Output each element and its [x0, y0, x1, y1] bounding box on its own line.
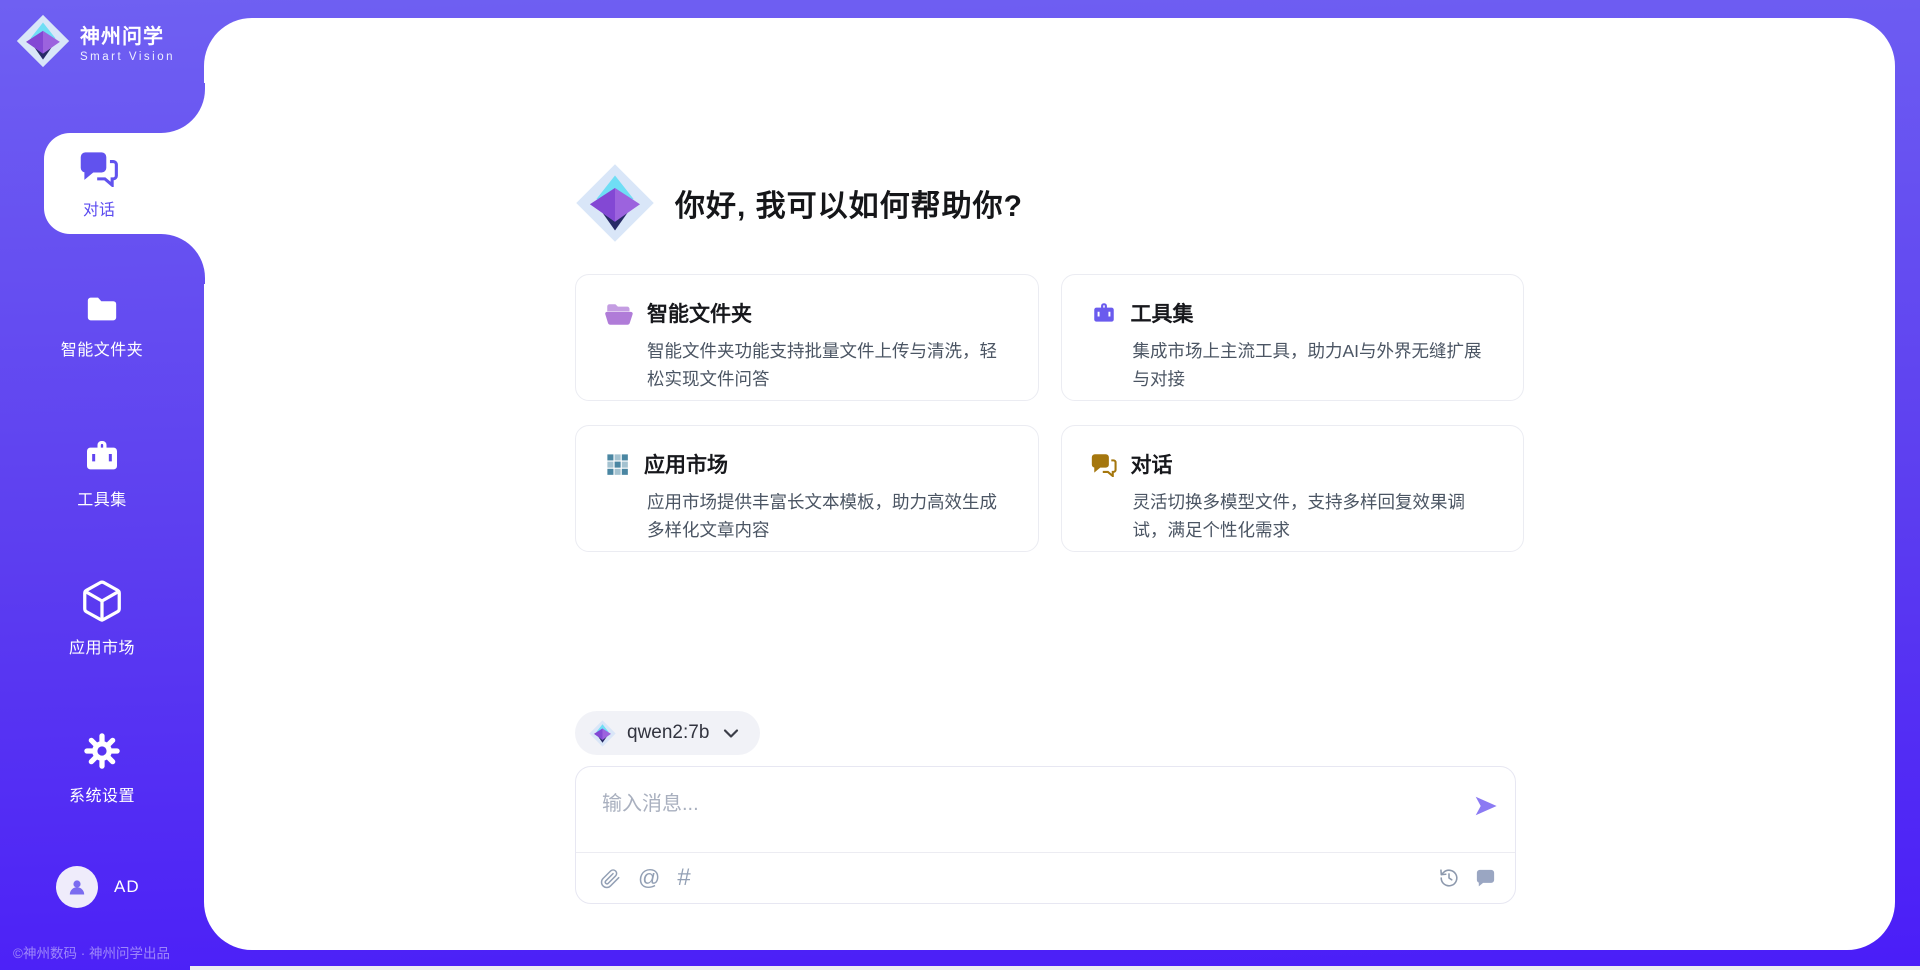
chat-bubbles-icon [78, 147, 120, 187]
card-description: 集成市场上主流工具，助力AI与外界无缝扩展与对接 [1133, 337, 1498, 393]
brand-logo-icon [16, 14, 70, 68]
sidebar-item-chat[interactable]: 对话 [44, 133, 210, 234]
new-chat-button[interactable] [1473, 867, 1498, 890]
sidebar-item-label: 应用市场 [69, 634, 135, 658]
sidebar-item-toolset[interactable]: 工具集 [0, 436, 204, 510]
card-title: 应用市场 [644, 449, 728, 479]
brand-title: 神州问学 [80, 20, 175, 49]
model-logo-icon [589, 720, 616, 747]
card-description: 灵活切换多模型文件，支持多样回复效果调试，满足个性化需求 [1133, 488, 1498, 544]
greeting-row: 你好, 我可以如何帮助你? [575, 163, 1524, 243]
history-icon [1438, 867, 1460, 889]
card-title: 智能文件夹 [647, 298, 752, 328]
sidebar-item-label: 对话 [83, 196, 115, 220]
model-name: qwen2:7b [627, 722, 709, 744]
sidebar-item-label: 智能文件夹 [61, 336, 144, 360]
bottom-edge-strip [190, 966, 1920, 970]
card-chat[interactable]: 对话 灵活切换多模型文件，支持多样回复效果调试，满足个性化需求 [1061, 425, 1525, 552]
briefcase-icon [1090, 300, 1118, 326]
chevron-down-icon [720, 722, 742, 744]
cube-icon [79, 578, 125, 624]
sidebar-item-label: 系统设置 [69, 782, 135, 806]
card-title: 对话 [1131, 449, 1173, 479]
user-account[interactable]: AD [56, 866, 140, 908]
person-icon [65, 875, 89, 899]
sidebar-item-label: 工具集 [77, 486, 127, 510]
attach-file-button[interactable] [600, 868, 621, 889]
brand: 神州问学 Smart Vision [16, 14, 175, 68]
message-composer: @ # [575, 766, 1516, 904]
model-selector[interactable]: qwen2:7b [575, 711, 760, 755]
chat-bubbles-icon [1090, 451, 1118, 477]
greeting-title: 你好, 我可以如何帮助你? [675, 181, 1023, 225]
assistant-logo-icon [575, 163, 655, 243]
sidebar-item-settings[interactable]: 系统设置 [0, 730, 204, 806]
history-button[interactable] [1438, 867, 1460, 889]
avatar [56, 866, 98, 908]
send-icon [1472, 793, 1500, 819]
card-toolset[interactable]: 工具集 集成市场上主流工具，助力AI与外界无缝扩展与对接 [1061, 274, 1525, 401]
send-button[interactable] [1472, 793, 1500, 819]
card-app-market[interactable]: 应用市场 应用市场提供丰富长文本模板，助力高效生成多样化文章内容 [575, 425, 1039, 552]
brand-subtitle: Smart Vision [80, 51, 175, 63]
copyright-text: ©神州数码 · 神州问学出品 [13, 942, 170, 962]
user-label: AD [114, 877, 140, 897]
gear-icon [81, 730, 123, 772]
sidebar-item-app-market[interactable]: 应用市场 [0, 578, 204, 658]
card-description: 智能文件夹功能支持批量文件上传与清洗，轻松实现文件问答 [647, 337, 1012, 393]
card-title: 工具集 [1131, 298, 1194, 328]
app-window: 神州问学 Smart Vision 对话 智能文件夹 工具集 应用市场 系统设置 [0, 0, 1920, 970]
chat-bubble-icon [1473, 867, 1498, 890]
briefcase-icon [80, 436, 124, 476]
message-input[interactable] [602, 787, 1402, 845]
hashtag-button[interactable]: # [677, 866, 690, 890]
mention-button[interactable]: @ [638, 867, 660, 889]
sidebar-item-smart-folder[interactable]: 智能文件夹 [0, 292, 204, 360]
card-description: 应用市场提供丰富长文本模板，助力高效生成多样化文章内容 [647, 488, 1012, 544]
composer-toolbar: @ # [576, 852, 1515, 903]
folder-open-icon [604, 300, 634, 326]
feature-cards: 智能文件夹 智能文件夹功能支持批量文件上传与清洗，轻松实现文件问答 工具集 集成… [575, 274, 1524, 552]
paperclip-icon [600, 868, 621, 889]
grid-icon [604, 451, 631, 478]
sidebar: 神州问学 Smart Vision 对话 智能文件夹 工具集 应用市场 系统设置 [0, 0, 204, 970]
card-smart-folder[interactable]: 智能文件夹 智能文件夹功能支持批量文件上传与清洗，轻松实现文件问答 [575, 274, 1039, 401]
folder-icon [82, 292, 122, 326]
